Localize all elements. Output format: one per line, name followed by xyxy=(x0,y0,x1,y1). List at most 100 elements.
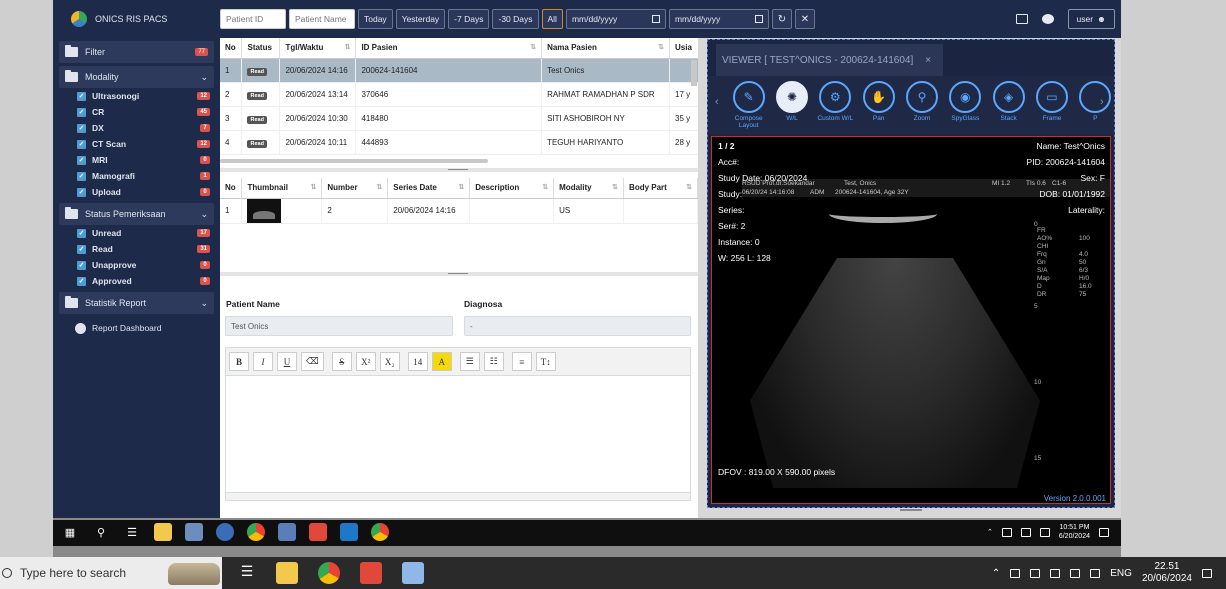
sort-icon[interactable]: ⇅ xyxy=(658,43,664,51)
sidebar-item-mamografi[interactable]: ✓ Mamografi 1 xyxy=(53,168,220,184)
numbered-list-button[interactable]: ☷ xyxy=(483,352,504,371)
windows-start-icon[interactable]: ▦ xyxy=(61,523,79,541)
column-header[interactable]: Modality ⇅ xyxy=(553,178,625,199)
chrome-icon[interactable] xyxy=(318,562,340,584)
viewer-tool-p[interactable]: P xyxy=(1077,76,1114,122)
viewer-tool-w-l[interactable]: ✺ W/L xyxy=(773,76,810,122)
last-30-days-button[interactable]: -30 Days xyxy=(492,9,539,29)
checkbox-icon[interactable]: ✓ xyxy=(77,260,86,270)
column-header[interactable]: Nama Pasien ⇅ xyxy=(541,38,671,59)
subscript-button[interactable]: X₂ xyxy=(379,352,400,371)
task-view-icon[interactable]: ☰ xyxy=(123,523,141,541)
patient-id-input[interactable] xyxy=(220,9,286,29)
sidebar-status[interactable]: Status Pemeriksaan ⌄ xyxy=(59,203,214,225)
task-view-icon[interactable]: ☰ xyxy=(238,562,256,580)
today-button[interactable]: Today xyxy=(358,9,393,29)
file-explorer-icon[interactable] xyxy=(276,562,298,584)
settings-icon[interactable] xyxy=(1041,14,1054,24)
all-button[interactable]: All xyxy=(541,9,563,29)
viewer-tool-pan[interactable]: ✋ Pan xyxy=(860,76,897,122)
sort-icon[interactable]: ⇅ xyxy=(542,183,548,191)
wifi-icon[interactable] xyxy=(1030,568,1041,578)
sidebar-item-unapprove[interactable]: ✓ Unapprove 0 xyxy=(53,257,220,273)
windows-search-box[interactable]: Type here to search xyxy=(0,557,222,589)
sidebar-item-mri[interactable]: ✓ MRI 0 xyxy=(53,152,220,168)
viewer-tool-zoom[interactable]: ⚲ Zoom xyxy=(903,76,940,122)
line-height-button[interactable]: T↕ xyxy=(535,352,556,371)
checkbox-icon[interactable]: ✓ xyxy=(77,276,86,286)
thumbnail-image[interactable] xyxy=(247,198,282,223)
checkbox-icon[interactable]: ✓ xyxy=(77,123,86,133)
inner-clock[interactable]: 10:51 PM 6/20/2024 xyxy=(1059,523,1090,541)
table-row[interactable]: 3 Read 20/06/2024 10:30 418480 SITI ASHOBIRO… xyxy=(220,106,698,131)
calendar-icon[interactable] xyxy=(651,15,660,23)
column-header[interactable]: Body Part ⇅ xyxy=(623,178,698,199)
sort-icon[interactable]: ⇅ xyxy=(686,183,692,191)
last-7-days-button[interactable]: -7 Days xyxy=(448,9,490,29)
patient-name-input[interactable] xyxy=(289,9,355,29)
bullet-list-button[interactable]: ☰ xyxy=(459,352,480,371)
sort-icon[interactable]: ⇅ xyxy=(530,43,536,51)
pen-icon[interactable] xyxy=(1090,568,1101,578)
viewer-splitter[interactable] xyxy=(900,509,922,511)
column-header[interactable]: ID Pasien ⇅ xyxy=(355,38,543,59)
app-icon[interactable] xyxy=(278,523,296,541)
sort-icon[interactable]: ⇅ xyxy=(458,183,464,191)
column-header[interactable]: Thumbnail ⇅ xyxy=(241,178,323,199)
clear-filter-button[interactable]: ✕ xyxy=(794,9,815,29)
column-header[interactable]: Status xyxy=(241,38,281,59)
worklist-vertical-scrollbar[interactable] xyxy=(691,60,697,86)
sidebar-item-cr[interactable]: ✓ CR 45 xyxy=(53,104,220,120)
anydesk-icon[interactable] xyxy=(360,562,382,584)
battery-icon[interactable] xyxy=(1039,527,1050,537)
vscode-icon[interactable] xyxy=(340,523,358,541)
app-icon[interactable] xyxy=(185,523,203,541)
checkbox-icon[interactable]: ✓ xyxy=(77,171,86,181)
sidebar-report[interactable]: Statistik Report ⌄ xyxy=(59,292,214,314)
date-to-input[interactable]: mm/dd/yyyy xyxy=(668,9,769,29)
sidebar-item-read[interactable]: ✓ Read 31 xyxy=(53,241,220,257)
monitor-icon[interactable] xyxy=(1015,14,1028,24)
checkbox-icon[interactable]: ✓ xyxy=(77,139,86,149)
chrome-icon[interactable] xyxy=(371,523,389,541)
sort-icon[interactable]: ⇅ xyxy=(311,183,317,191)
volume-icon[interactable] xyxy=(1070,568,1081,578)
sidebar-item-dx[interactable]: ✓ DX 7 xyxy=(53,120,220,136)
chevron-up-icon[interactable]: ⌃ xyxy=(992,568,1000,579)
highlight-color-button[interactable]: A xyxy=(431,352,452,371)
sidebar-item-ct-scan[interactable]: ✓ CT Scan 12 xyxy=(53,136,220,152)
chevron-left-icon[interactable]: ‹ xyxy=(715,96,719,108)
bold-button[interactable]: B xyxy=(229,352,249,371)
viewer-tool-custom-w-l[interactable]: ⚙ Custom W/L xyxy=(817,76,854,122)
file-explorer-icon[interactable] xyxy=(154,523,172,541)
network-icon[interactable] xyxy=(1001,527,1012,537)
search-icon[interactable]: ⚲ xyxy=(92,523,110,541)
network-icon[interactable] xyxy=(1010,568,1021,578)
yesterday-button[interactable]: Yesterday xyxy=(395,9,446,29)
outer-clock[interactable]: 22.51 20/06/2024 xyxy=(1142,561,1192,585)
sidebar-item-upload[interactable]: ✓ Upload 0 xyxy=(53,184,220,200)
sidebar-item-approved[interactable]: ✓ Approved 0 xyxy=(53,273,220,289)
chevron-up-icon[interactable]: ⌃ xyxy=(987,528,993,536)
sidebar-item-ultrasonogi[interactable]: ✓ Ultrasonogi 12 xyxy=(53,88,220,104)
worklist-horizontal-scrollbar[interactable] xyxy=(220,159,488,163)
table-row[interactable]: 4 Read 20/06/2024 10:11 444893 TEGUH HARIYAN… xyxy=(220,130,698,155)
column-header[interactable]: Tgl/Waktu ⇅ xyxy=(279,38,357,59)
column-header[interactable]: Description ⇅ xyxy=(469,178,555,199)
checkbox-icon[interactable]: ✓ xyxy=(77,244,86,254)
calendar-icon[interactable] xyxy=(754,15,763,23)
checkbox-icon[interactable]: ✓ xyxy=(77,91,86,101)
align-button[interactable]: ≡ xyxy=(511,352,532,371)
patient-name-field[interactable]: Test Onics xyxy=(225,316,453,336)
superscript-button[interactable]: X² xyxy=(355,352,376,371)
user-menu-button[interactable]: user ☻ xyxy=(1067,9,1115,29)
sort-icon[interactable]: ⇅ xyxy=(376,183,382,191)
notification-icon[interactable] xyxy=(1202,568,1212,578)
table-row[interactable]: 1 Read 20/06/2024 14:16 200624-141604 Test O… xyxy=(220,58,698,83)
brand[interactable]: ONICS RIS PACS xyxy=(53,0,220,38)
battery-icon[interactable] xyxy=(1050,568,1061,578)
app-icon[interactable] xyxy=(216,523,234,541)
refresh-button[interactable]: ↻ xyxy=(771,9,792,29)
table-row[interactable]: 2 Read 20/06/2024 13:14 370646 RAHMAT RAMADH… xyxy=(220,82,698,107)
date-from-input[interactable]: mm/dd/yyyy xyxy=(565,9,666,29)
